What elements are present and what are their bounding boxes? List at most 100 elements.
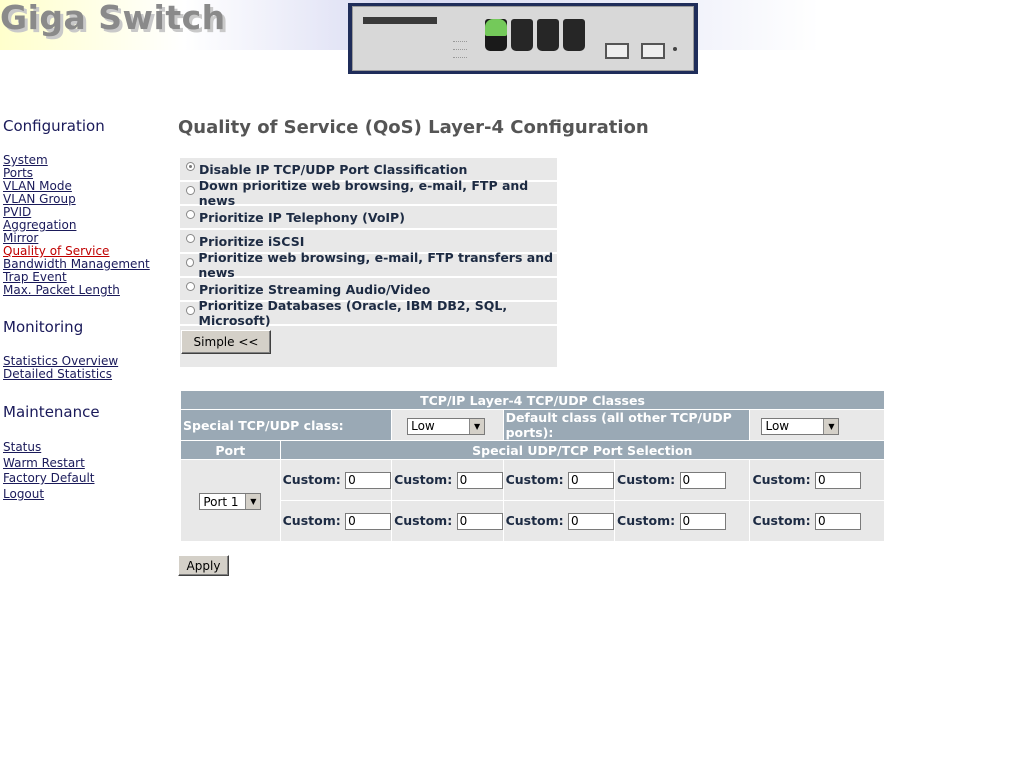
option-label: Down prioritize web browsing, e-mail, FT… (198, 178, 529, 208)
reset-button-image (673, 47, 677, 51)
switch-front-panel (352, 6, 694, 71)
page-title: Quality of Service (QoS) Layer-4 Configu… (178, 117, 649, 138)
tcp-udp-classes-table: TCP/IP Layer-4 TCP/UDP Classes Special T… (179, 390, 886, 542)
custom-port-cell: Custom: (749, 459, 885, 501)
custom-label: Custom: (282, 471, 341, 487)
port-3-image (537, 19, 559, 51)
options-footer: Simple << (180, 326, 557, 367)
nav-warm-restart[interactable]: Warm Restart (3, 456, 168, 472)
custom-port-input-2[interactable] (456, 471, 503, 489)
ethernet-ports (485, 19, 585, 51)
maintenance-title: Maintenance (3, 403, 100, 421)
logo: Giga Switch (0, 0, 226, 37)
maintenance-nav: Status Warm Restart Factory Default Logo… (3, 440, 168, 502)
custom-port-cell: Custom: (502, 500, 616, 542)
custom-port-input-9[interactable] (679, 512, 726, 530)
nav-logout[interactable]: Logout (3, 487, 168, 503)
option-label: Prioritize iSCSI (199, 233, 305, 249)
option-label: Prioritize Streaming Audio/Video (199, 281, 431, 297)
custom-label: Custom: (617, 471, 676, 487)
led-icon (453, 53, 467, 58)
sfp-port-1-image (605, 43, 629, 59)
port-select[interactable]: Port 1 ▼ (199, 493, 262, 510)
option-row[interactable]: Prioritize Databases (Oracle, IBM DB2, S… (180, 298, 557, 328)
custom-port-cell: Custom: (391, 459, 504, 501)
custom-port-input-5[interactable] (814, 471, 861, 489)
port-selection-header: Special UDP/TCP Port Selection (279, 440, 886, 460)
special-class-cell: Low ▼ (391, 409, 504, 441)
option-label: Prioritize Databases (Oracle, IBM DB2, S… (198, 298, 508, 328)
option-row[interactable]: Prioritize web browsing, e-mail, FTP tra… (180, 250, 557, 280)
configuration-title: Configuration (3, 117, 105, 135)
option-label: Prioritize web browsing, e-mail, FTP tra… (198, 250, 554, 280)
configuration-nav: System Ports VLAN Mode VLAN Group PVID A… (3, 154, 168, 297)
led-icon (453, 37, 467, 42)
radio-button[interactable] (186, 209, 195, 219)
custom-label: Custom: (282, 512, 341, 528)
custom-port-cell: Custom: (749, 500, 885, 542)
apply-button[interactable]: Apply (178, 555, 229, 576)
default-class-value: Low (765, 419, 790, 433)
custom-port-input-7[interactable] (456, 512, 503, 530)
default-class-cell: Low ▼ (749, 409, 885, 441)
default-class-select[interactable]: Low ▼ (761, 417, 840, 435)
radio-button[interactable] (186, 185, 195, 195)
custom-label: Custom: (505, 512, 564, 528)
custom-port-input-3[interactable] (568, 471, 615, 489)
custom-port-cell: Custom: (502, 459, 616, 501)
default-class-label: Default class (all other TCP/UDP ports): (502, 409, 751, 441)
monitoring-title: Monitoring (3, 318, 84, 336)
nav-max-packet-length[interactable]: Max. Packet Length (3, 284, 168, 297)
port-4-image (563, 19, 585, 51)
port-select-cell: Port 1 ▼ (180, 459, 281, 542)
simple-mode-button[interactable]: Simple << (181, 330, 271, 354)
custom-port-input-4[interactable] (679, 471, 726, 489)
radio-button[interactable] (186, 257, 195, 267)
status-leds (453, 37, 467, 61)
nav-factory-default[interactable]: Factory Default (3, 471, 168, 487)
custom-label: Custom: (752, 471, 811, 487)
custom-port-cell: Custom: (279, 500, 393, 542)
nav-status[interactable]: Status (3, 440, 168, 456)
port-2-image (511, 19, 533, 51)
table-title: TCP/IP Layer-4 TCP/UDP Classes (180, 390, 885, 410)
option-row[interactable]: Prioritize IP Telephony (VoIP) (180, 206, 557, 230)
port-header: Port (180, 440, 281, 460)
port-1-image (485, 19, 507, 51)
nav-detailed-statistics[interactable]: Detailed Statistics (3, 368, 168, 381)
radio-button[interactable] (186, 233, 195, 243)
sidebar: Configuration System Ports VLAN Mode VLA… (3, 116, 168, 502)
chevron-down-icon: ▼ (823, 418, 839, 434)
custom-label: Custom: (394, 471, 453, 487)
special-class-label: Special TCP/UDP class: (179, 409, 393, 441)
custom-label: Custom: (617, 512, 676, 528)
custom-port-input-6[interactable] (345, 512, 392, 530)
special-class-value: Low (411, 419, 435, 433)
custom-port-cell: Custom: (279, 459, 393, 501)
custom-label: Custom: (505, 471, 564, 487)
option-row[interactable]: Down prioritize web browsing, e-mail, FT… (180, 178, 557, 208)
custom-port-input-8[interactable] (568, 512, 615, 530)
custom-label: Custom: (752, 512, 811, 528)
device-model-label (363, 17, 437, 24)
radio-button[interactable] (186, 281, 195, 291)
custom-port-input-10[interactable] (814, 512, 861, 530)
option-label: Prioritize IP Telephony (VoIP) (199, 209, 405, 225)
chevron-down-icon: ▼ (469, 418, 485, 434)
qos-mode-options: Disable IP TCP/UDP Port Classification D… (180, 158, 557, 367)
switch-device-image (348, 3, 698, 74)
special-class-select[interactable]: Low ▼ (407, 417, 486, 435)
radio-button[interactable] (186, 161, 195, 171)
chevron-down-icon: ▼ (245, 494, 261, 509)
port-select-value: Port 1 (203, 494, 239, 509)
monitoring-nav: Statistics Overview Detailed Statistics (3, 355, 168, 381)
custom-port-cell: Custom: (614, 459, 751, 501)
custom-label: Custom: (394, 512, 453, 528)
led-icon (453, 45, 467, 50)
custom-port-cell: Custom: (614, 500, 751, 542)
option-label: Disable IP TCP/UDP Port Classification (199, 161, 468, 177)
custom-port-input-1[interactable] (345, 471, 392, 489)
custom-port-cell: Custom: (391, 500, 504, 542)
radio-button[interactable] (186, 305, 195, 315)
sfp-port-2-image (641, 43, 665, 59)
